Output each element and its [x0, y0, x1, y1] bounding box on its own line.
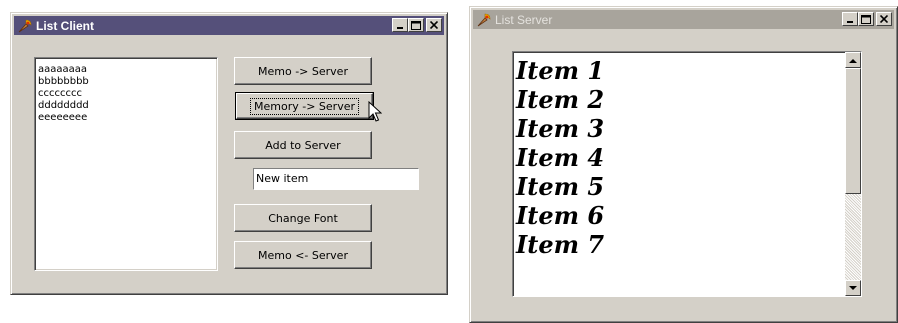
arrow-up-icon — [849, 58, 857, 63]
memo-line: cccccccc — [38, 88, 82, 99]
memo-line: dddddddd — [38, 100, 89, 111]
list-client-window: List Client aaaaaaaa bbbbbbbb cccccccc d… — [10, 12, 448, 295]
list-server-window: List Server Item 1 Item 2 Item 3 Item 4 … — [469, 6, 898, 323]
close-icon[interactable] — [426, 18, 442, 32]
memo-to-server-label: Memo -> Server — [258, 64, 348, 78]
close-icon[interactable] — [876, 12, 892, 26]
minimize-icon[interactable] — [392, 18, 408, 32]
server-caption-buttons — [842, 12, 892, 26]
scroll-down-button[interactable] — [845, 280, 861, 296]
list-item[interactable]: Item 7 — [513, 230, 861, 259]
server-listbox[interactable]: Item 1 Item 2 Item 3 Item 4 Item 5 Item … — [512, 51, 862, 297]
server-title-bar[interactable]: List Server — [473, 10, 894, 29]
add-to-server-label: Add to Server — [265, 138, 341, 152]
scroll-thumb[interactable] — [845, 68, 861, 194]
scroll-up-button[interactable] — [845, 52, 861, 68]
mouse-pointer-icon — [368, 101, 382, 122]
client-window-title: List Client — [36, 18, 95, 33]
change-font-button[interactable]: Change Font — [234, 204, 372, 232]
memo-from-server-button[interactable]: Memo <- Server — [234, 241, 372, 269]
vertical-scrollbar[interactable] — [845, 52, 861, 296]
list-item[interactable]: Item 2 — [513, 85, 861, 114]
change-font-label: Change Font — [268, 211, 338, 225]
list-item[interactable]: Item 3 — [513, 114, 861, 143]
server-window-title: List Server — [495, 12, 553, 27]
client-caption-buttons — [392, 18, 442, 32]
maximize-icon[interactable] — [858, 12, 874, 26]
new-item-input[interactable]: New item — [253, 168, 419, 190]
memo-line: eeeeeeee — [38, 112, 88, 123]
client-memo[interactable]: aaaaaaaa bbbbbbbb cccccccc dddddddd eeee… — [34, 57, 218, 271]
list-item[interactable]: Item 4 — [513, 143, 861, 172]
app-torch-icon — [477, 13, 491, 26]
memo-line: bbbbbbbb — [38, 76, 89, 87]
memory-to-server-label: Memory -> Server — [250, 97, 359, 115]
maximize-icon[interactable] — [408, 18, 424, 32]
memo-to-server-button[interactable]: Memo -> Server — [234, 57, 372, 85]
memo-from-server-label: Memo <- Server — [258, 248, 348, 262]
memory-to-server-button[interactable]: Memory -> Server — [235, 92, 374, 120]
list-item[interactable]: Item 1 — [513, 56, 861, 85]
app-torch-icon — [18, 19, 32, 32]
list-item[interactable]: Item 5 — [513, 172, 861, 201]
arrow-down-icon — [849, 285, 857, 290]
add-to-server-button[interactable]: Add to Server — [234, 131, 372, 159]
memo-line: aaaaaaaa — [38, 64, 88, 75]
minimize-icon[interactable] — [842, 12, 858, 26]
client-title-bar[interactable]: List Client — [14, 16, 444, 35]
list-item[interactable]: Item 6 — [513, 201, 861, 230]
